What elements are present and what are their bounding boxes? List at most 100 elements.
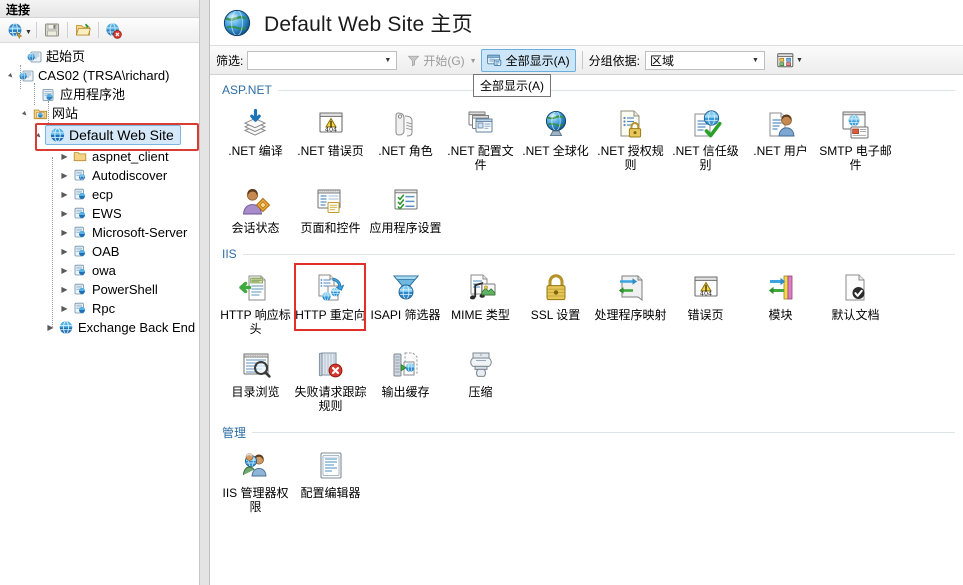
feature-label: .NET 用户 xyxy=(753,144,808,158)
tree-item-ecp[interactable]: ▶ ecp xyxy=(0,185,199,204)
tree-item-default-web-site[interactable]: ▲ Default Web Site xyxy=(0,123,199,151)
feature-error-pages[interactable]: 404 错误页 xyxy=(668,265,743,342)
feature-http-response-headers[interactable]: HTTP 响应标头 xyxy=(218,265,293,342)
feature-compression[interactable]: 压缩 xyxy=(443,342,518,419)
website-icon xyxy=(48,127,66,143)
feature-label: .NET 编译 xyxy=(228,144,283,158)
tree-item-selected-row[interactable]: Default Web Site xyxy=(45,125,181,145)
net-users-icon xyxy=(764,105,798,141)
show-all-button[interactable]: 全部显示(A) xyxy=(480,48,576,72)
feature-label: 输出缓存 xyxy=(381,385,430,399)
connections-tree[interactable]: 起始页 ▲ CAS02 (TRSA\richard) 应用程序池 ▲ 网站 ▲ … xyxy=(0,43,199,585)
chevron-down-icon[interactable]: ▼ xyxy=(752,57,764,64)
expander-expand[interactable]: ▶ xyxy=(58,304,71,313)
view-icons-icon xyxy=(777,52,794,68)
net-roles-icon xyxy=(389,105,423,141)
feature-isapi-filters[interactable]: ISAPI 筛选器 xyxy=(368,265,443,342)
feature-net-roles[interactable]: .NET 角色 xyxy=(368,101,443,178)
expander-expand[interactable]: ▶ xyxy=(58,171,71,180)
feature-label: 目录浏览 xyxy=(231,385,280,399)
pane-splitter[interactable] xyxy=(200,0,210,585)
expander-collapse[interactable]: ▲ xyxy=(17,106,31,120)
tree-item-oab[interactable]: ▶ OAB xyxy=(0,242,199,261)
feature-configuration-editor[interactable]: 配置编辑器 xyxy=(293,443,368,520)
expander-expand[interactable]: ▶ xyxy=(58,285,71,294)
connect-to-icon[interactable] xyxy=(4,20,26,40)
expander-expand[interactable]: ▶ xyxy=(58,228,71,237)
feature-net-compilation[interactable]: .NET 编译 xyxy=(218,101,293,178)
chevron-down-icon[interactable]: ▼ xyxy=(384,57,396,64)
delete-connection-icon[interactable] xyxy=(103,20,125,40)
save-connections-icon[interactable] xyxy=(41,20,63,40)
feature-net-profile[interactable]: .NET 配置文件 xyxy=(443,101,518,178)
tree-item-aspnet-client[interactable]: ▶ aspnet_client xyxy=(0,147,199,166)
error-pages-icon: 404 xyxy=(689,269,723,305)
modules-icon xyxy=(764,269,798,305)
expander-expand[interactable]: ▶ xyxy=(58,266,71,275)
show-all-label: 全部显示(A) xyxy=(505,53,570,68)
tree-item-cas02[interactable]: ▲ CAS02 (TRSA\richard) xyxy=(0,66,199,85)
feature-ssl-settings[interactable]: SSL 设置 xyxy=(518,265,593,342)
feature-session-state[interactable]: 会话状态 xyxy=(218,178,293,241)
expander-collapse[interactable]: ▲ xyxy=(31,128,45,142)
tree-item-ews[interactable]: ▶ EWS xyxy=(0,204,199,223)
filter-input[interactable]: ▼ xyxy=(247,50,398,70)
feature-net-globalization[interactable]: .NET 全球化 xyxy=(518,101,593,178)
tree-item-application-pools[interactable]: 应用程序池 xyxy=(0,85,199,104)
feature-mime-types[interactable]: MIME 类型 xyxy=(443,265,518,342)
tree-item-exchange-back-end[interactable]: ▶ Exchange Back End xyxy=(0,318,199,337)
feature-failed-request-tracing[interactable]: 失败请求跟踪规则 xyxy=(293,342,368,419)
expander-expand[interactable]: ▶ xyxy=(58,152,71,161)
group-by-select[interactable]: 区域 ▼ xyxy=(644,50,765,70)
feature-application-settings[interactable]: 应用程序设置 xyxy=(368,178,443,241)
feature-handler-mappings[interactable]: 处理程序映射 xyxy=(593,265,668,342)
page-title: Default Web Site 主页 xyxy=(264,12,473,36)
tree-item-owa[interactable]: ▶ owa xyxy=(0,261,199,280)
tree-item-powershell[interactable]: ▶ PowerShell xyxy=(0,280,199,299)
go-dropdown-caret[interactable]: ▼ xyxy=(469,58,481,65)
net-globalization-icon xyxy=(539,105,573,141)
expander-expand[interactable]: ▶ xyxy=(58,190,71,199)
group-by-value: 区域 xyxy=(649,53,674,68)
feature-http-redirect[interactable]: HTTP 重定向 xyxy=(293,263,368,342)
feature-iis-manager-permissions[interactable]: IIS 管理器权限 xyxy=(218,443,293,520)
feature-output-caching[interactable]: 输出缓存 xyxy=(368,342,443,419)
tree-item-start-page[interactable]: 起始页 xyxy=(0,47,199,66)
feature-label: .NET 角色 xyxy=(378,144,433,158)
feature-pages-and-controls[interactable]: 页面和控件 xyxy=(293,178,368,241)
view-mode-button[interactable]: ▼ xyxy=(777,52,803,68)
feature-label: .NET 授权规则 xyxy=(597,144,664,172)
http-redirect-icon xyxy=(314,269,348,305)
tree-item-microsoft-server[interactable]: ▶ Microsoft-Server xyxy=(0,223,199,242)
server-icon xyxy=(17,68,35,84)
expander-collapse[interactable]: ▲ xyxy=(3,68,17,82)
chevron-down-icon[interactable]: ▼ xyxy=(796,57,803,64)
folder-open-icon[interactable] xyxy=(72,20,94,40)
connections-pane: 连接 ▼ 起始页 ▲ CAS02 (TRSA\richard) 应用程序池 ▲ … xyxy=(0,0,200,585)
feature-modules[interactable]: 模块 xyxy=(743,265,818,342)
expander-expand[interactable]: ▶ xyxy=(58,209,71,218)
pages-and-controls-icon xyxy=(314,182,348,218)
tree-item-label: 应用程序池 xyxy=(60,86,126,102)
feature-smtp-email[interactable]: SMTP 电子邮件 xyxy=(818,101,893,178)
feature-directory-browsing[interactable]: 目录浏览 xyxy=(218,342,293,419)
feature-net-trust-levels[interactable]: .NET 信任级别 xyxy=(668,101,743,178)
net-authorization-rules-icon xyxy=(614,105,648,141)
feature-net-users[interactable]: .NET 用户 xyxy=(743,101,818,178)
app-pool-icon xyxy=(39,87,57,103)
feature-net-authorization-rules[interactable]: .NET 授权规则 xyxy=(593,101,668,178)
feature-default-document[interactable]: 默认文档 xyxy=(818,265,893,342)
expander-expand[interactable]: ▶ xyxy=(58,247,71,256)
tree-item-autodiscover[interactable]: ▶ Autodiscover xyxy=(0,166,199,185)
tree-item-rpc[interactable]: ▶ Rpc xyxy=(0,299,199,318)
section-divider xyxy=(252,431,955,433)
expander-expand[interactable]: ▶ xyxy=(44,323,57,332)
tree-item-sites[interactable]: ▲ 网站 xyxy=(0,104,199,123)
feature-net-error-pages[interactable]: 404 .NET 错误页 xyxy=(293,101,368,178)
feature-label: HTTP 重定向 xyxy=(295,308,366,322)
start-page-icon xyxy=(25,49,43,65)
http-response-headers-icon xyxy=(238,269,273,305)
go-button[interactable]: 开始(G) xyxy=(403,50,468,71)
connect-to-dropdown-caret[interactable]: ▼ xyxy=(25,29,32,36)
filter-toolbar: 筛选: ▼ 开始(G) ▼ 全部显示(A) 分组依据: 区域 ▼ ▼ 全部显示(… xyxy=(210,45,963,97)
